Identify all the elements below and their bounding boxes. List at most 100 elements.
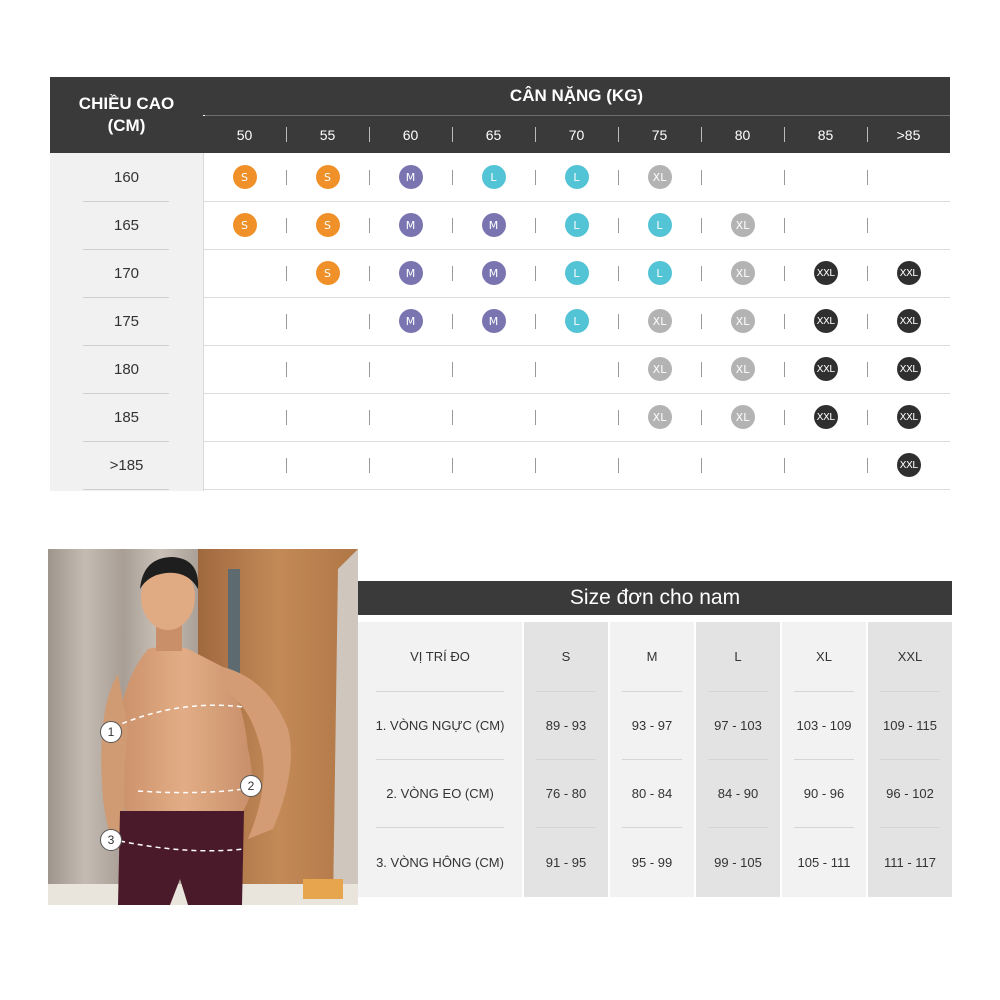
grid-row-line (204, 345, 950, 346)
size-badge-s: S (315, 261, 340, 285)
grid-column-separator (535, 266, 536, 281)
size-badge-xl: XL (647, 405, 672, 429)
measure-range-cell: 96 - 102 (886, 785, 934, 801)
weight-label: 70 (568, 126, 585, 143)
size-badge-xl: XL (730, 213, 755, 237)
size-chart: CHIỀU CAO (CM) CÂN NẶNG (KG) 50 55 60 65 70 7… (50, 77, 950, 491)
grid-column-separator (452, 170, 453, 185)
grid-column-separator (369, 218, 370, 233)
grid-column-separator (701, 362, 702, 377)
column-header: M (646, 649, 658, 664)
grid-column-separator (701, 266, 702, 281)
size-badge-s: S (315, 165, 340, 189)
grid-column-separator (618, 266, 619, 281)
grid-column-separator (618, 362, 619, 377)
weight-label: 60 (402, 126, 419, 143)
weight-separator (369, 127, 370, 142)
size-badge-s: S (232, 165, 257, 189)
weight-label: 55 (319, 126, 336, 143)
grid-row-line (204, 297, 950, 298)
weight-separator (286, 127, 287, 142)
grid-column-separator (369, 314, 370, 329)
grid-column-separator (452, 314, 453, 329)
grid-column-separator (784, 362, 785, 377)
grid-column-separator (784, 458, 785, 473)
grid-column-separator (867, 170, 868, 185)
weight-label: >85 (896, 126, 921, 143)
grid-row-line (204, 393, 950, 394)
grid-column-separator (701, 170, 702, 185)
size-badge-xxl: XXL (896, 357, 921, 381)
grid-row-line (204, 489, 950, 490)
grid-column-separator (784, 170, 785, 185)
size-badge-m: M (481, 213, 506, 237)
weight-label: 85 (817, 126, 834, 143)
weight-header-row: 50 55 60 65 70 75 80 85 >85 (203, 116, 950, 153)
grid-column-separator (369, 410, 370, 425)
grid-column-separator (535, 170, 536, 185)
measure-range-cell: 103 - 109 (796, 717, 852, 733)
height-label: 185 (113, 408, 140, 426)
measure-range-cell: 99 - 105 (714, 854, 762, 870)
grid-column-separator (535, 458, 536, 473)
grid-column-separator (286, 218, 287, 233)
size-badge-xxl: XXL (896, 309, 921, 333)
size-column: XL 103 - 109 90 - 96 105 - 111 (782, 622, 866, 897)
height-label: 165 (113, 216, 140, 234)
grid-column-separator (535, 218, 536, 233)
measure-position-column: VỊ TRÍ ĐO 1. VÒNG NGỰC (CM) 2. VÒNG EO (CM… (358, 622, 522, 897)
measurement-table: Size đơn cho nam VỊ TRÍ ĐO 1. VÒNG NGỰC (… (358, 581, 952, 897)
weight-separator (535, 127, 536, 142)
grid-column-separator (452, 218, 453, 233)
grid-column-separator (784, 266, 785, 281)
weight-label: 80 (734, 126, 751, 143)
grid-column-separator (618, 170, 619, 185)
grid-column-separator (452, 458, 453, 473)
height-label: 180 (113, 360, 140, 378)
height-column: 160 165 170 175 180 185 >185 (50, 153, 203, 491)
column-header: S (561, 649, 571, 664)
measure-range-cell: 111 - 117 (883, 854, 937, 870)
size-column: XXL 109 - 115 96 - 102 111 - 117 (868, 622, 952, 897)
measure-range-cell: 95 - 99 (631, 854, 673, 870)
measure-range-cell: 93 - 97 (631, 717, 673, 733)
grid-column-separator (867, 314, 868, 329)
size-badge-xxl: XXL (896, 261, 921, 285)
marker-waist: 2 (240, 775, 262, 797)
grid-column-separator (618, 314, 619, 329)
measure-range-cell: 84 - 90 (717, 785, 759, 801)
grid-column-separator (867, 362, 868, 377)
weight-header: CÂN NẶNG (KG) (203, 77, 950, 115)
size-badge-m: M (481, 309, 506, 333)
measure-range-cell: 90 - 96 (803, 785, 845, 801)
weight-separator (784, 127, 785, 142)
size-badge-xl: XL (730, 309, 755, 333)
grid-column-separator (867, 458, 868, 473)
marker-chest: 1 (100, 721, 122, 743)
size-badge-m: M (398, 309, 423, 333)
weight-separator (618, 127, 619, 142)
size-badge-xl: XL (730, 357, 755, 381)
grid-column-separator (784, 218, 785, 233)
size-column: M 93 - 97 80 - 84 95 - 99 (610, 622, 694, 897)
size-badge-l: L (564, 261, 589, 285)
grid-column-separator (701, 410, 702, 425)
measure-range-cell: 80 - 84 (631, 785, 673, 801)
size-column: L 97 - 103 84 - 90 99 - 105 (696, 622, 780, 897)
grid-column-separator (286, 458, 287, 473)
marker-hip: 3 (100, 829, 122, 851)
size-badge-m: M (398, 165, 423, 189)
grid-column-separator (618, 218, 619, 233)
measure-range-cell: 105 - 111 (797, 854, 851, 870)
size-badge-s: S (315, 213, 340, 237)
measure-range-cell: 109 - 115 (883, 717, 937, 733)
size-badge-l: L (564, 213, 589, 237)
grid-column-separator (369, 266, 370, 281)
height-label: 175 (113, 312, 140, 330)
measure-range-cell: 91 - 95 (545, 854, 587, 870)
grid-column-separator (701, 218, 702, 233)
measurement-table-title: Size đơn cho nam (358, 581, 952, 615)
size-badge-m: M (481, 261, 506, 285)
size-badge-m: M (398, 261, 423, 285)
grid-column-separator (867, 266, 868, 281)
